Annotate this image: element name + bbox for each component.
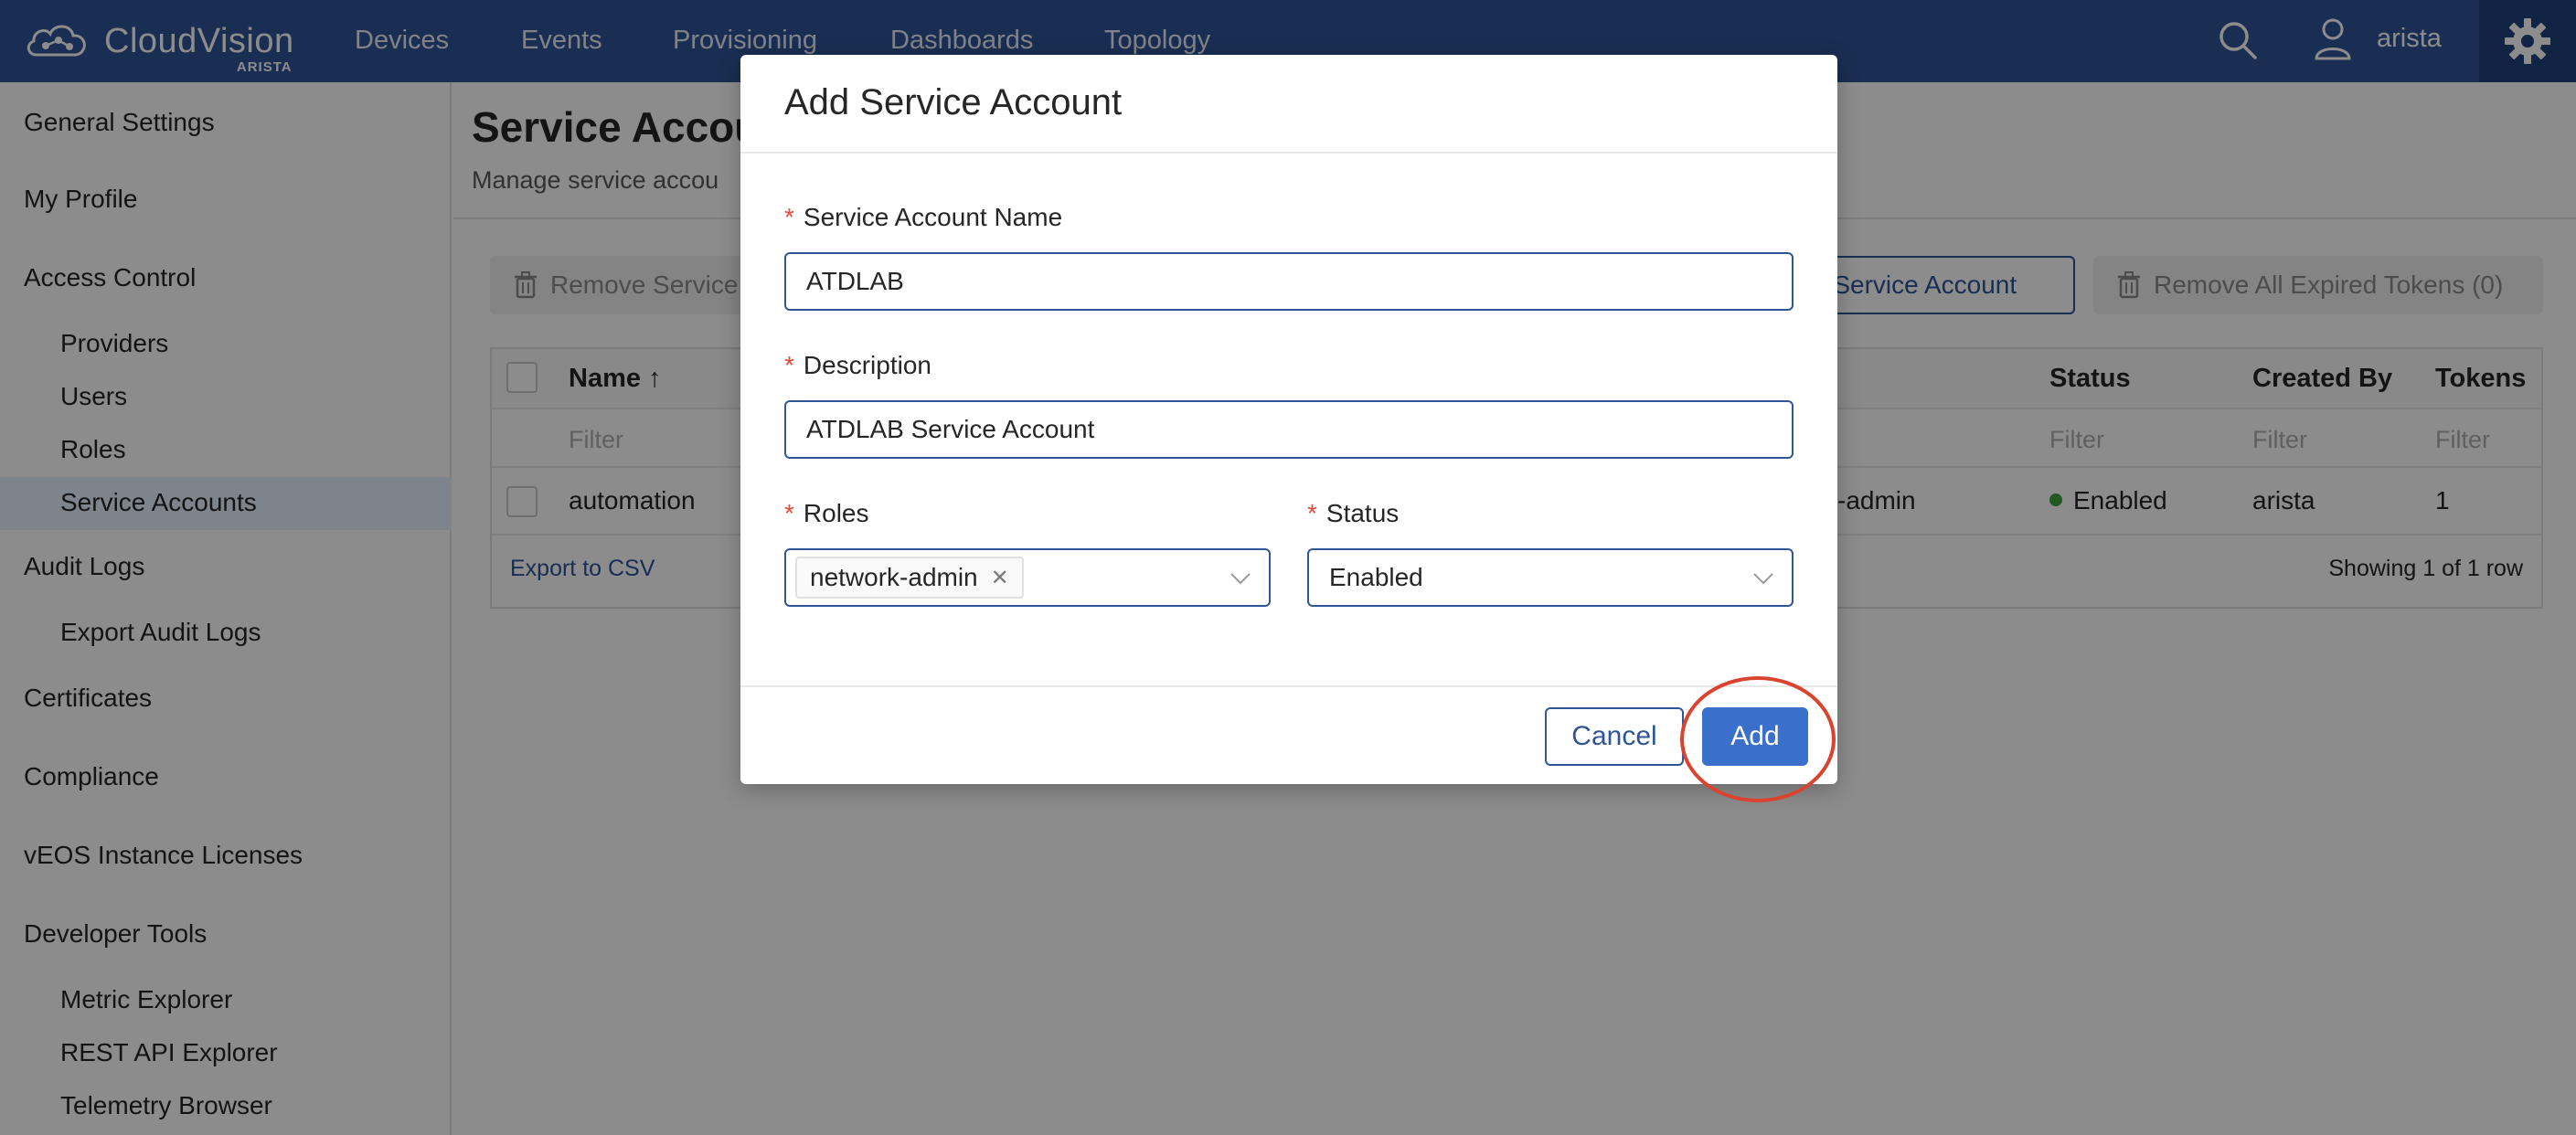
service-account-name-label: * Service Account Name [784,203,1062,232]
chevron-down-icon [1230,573,1251,585]
annotation-circle [1680,676,1836,802]
description-input[interactable]: ATDLAB Service Account [784,400,1794,459]
service-account-name-input[interactable]: ATDLAB [784,252,1794,311]
description-label: * Description [784,351,931,380]
status-label-text: Status [1325,499,1400,527]
required-mark: * [784,351,794,379]
close-icon[interactable]: ✕ [991,565,1009,591]
dialog-footer-divider [740,685,1837,687]
status-label: * Status [1307,499,1399,528]
roles-label-text: Roles [803,499,869,527]
description-label-text: Description [803,351,931,379]
status-select[interactable]: Enabled [1307,548,1794,607]
roles-select[interactable]: network-admin ✕ [784,548,1271,607]
service-account-name-value: ATDLAB [806,267,904,295]
chevron-down-icon [1753,573,1773,585]
role-tag: network-admin ✕ [795,557,1024,599]
required-mark: * [1307,499,1317,527]
required-mark: * [784,499,794,527]
required-mark: * [784,203,794,231]
dialog-header-divider [740,152,1837,154]
cancel-button[interactable]: Cancel [1545,707,1684,766]
description-value: ATDLAB Service Account [806,415,1095,443]
dialog-title: Add Service Account [784,82,1123,122]
status-select-value: Enabled [1329,563,1423,591]
role-tag-label: network-admin [810,563,978,591]
service-account-name-label-text: Service Account Name [803,203,1063,231]
roles-label: * Roles [784,499,869,528]
add-service-account-dialog: Add Service Account * Service Account Nam… [740,55,1837,784]
